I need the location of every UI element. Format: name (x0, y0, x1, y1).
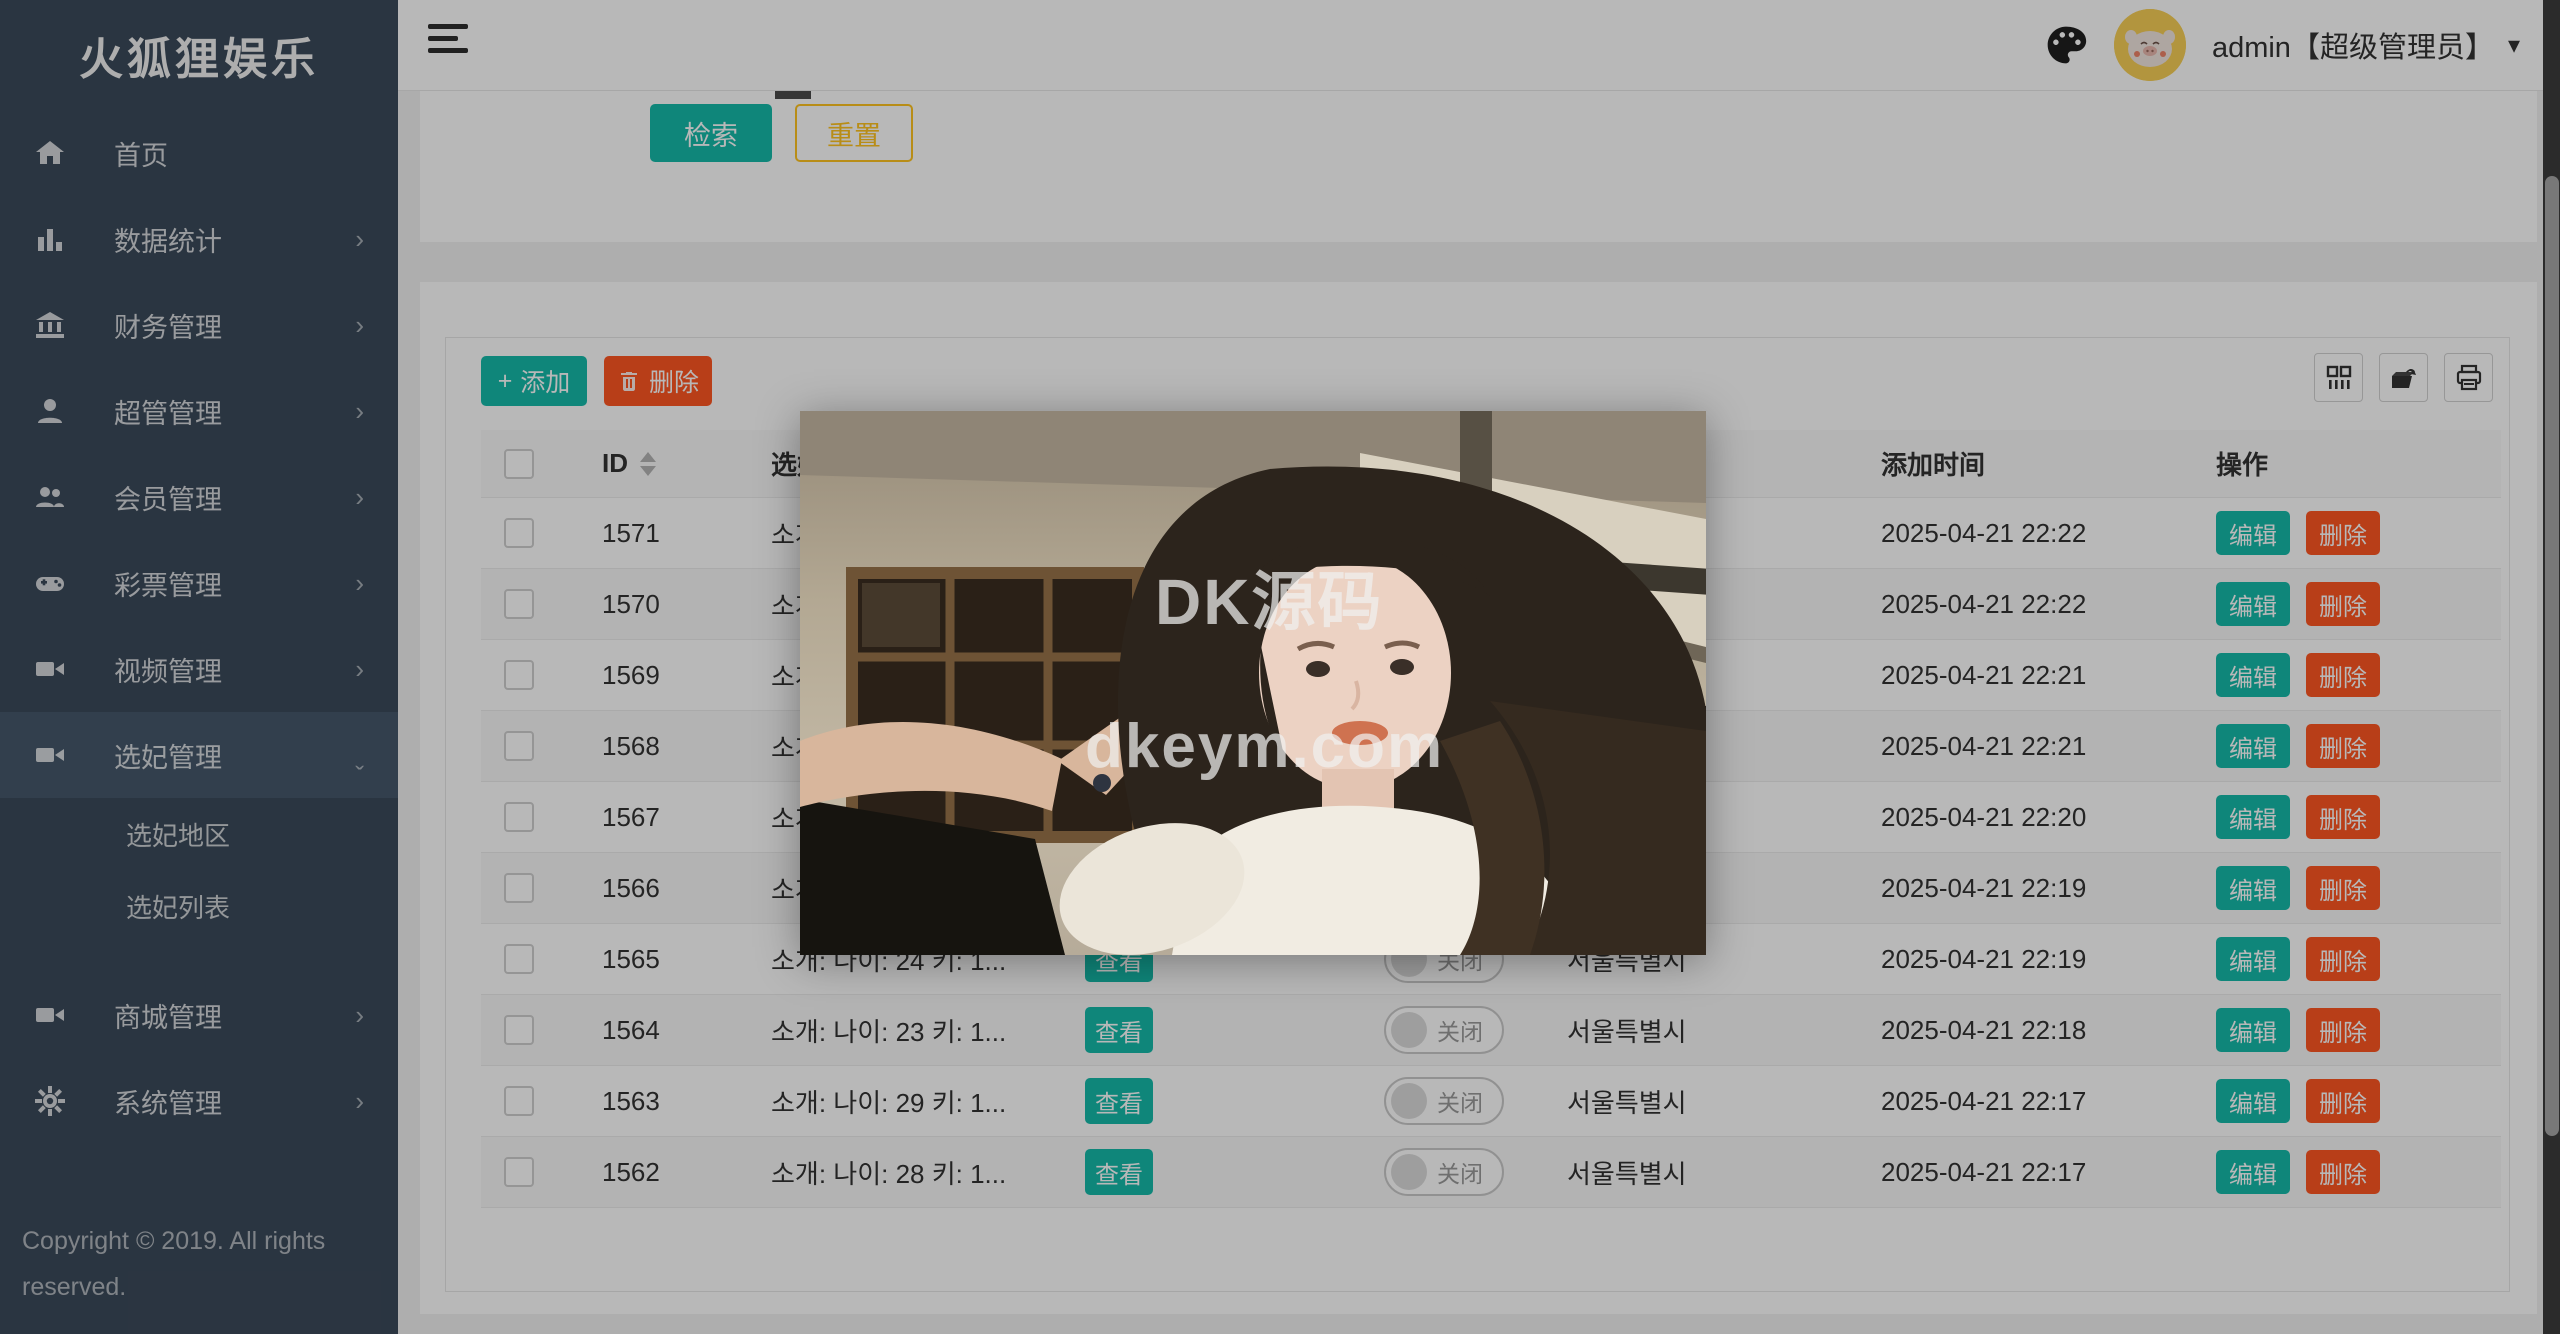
scrollbar-thumb[interactable] (2545, 176, 2559, 1136)
watermark-text: dkeym.com (1085, 711, 1444, 782)
photo-illustration (800, 411, 1706, 955)
admin-page: 火狐狸娱乐 首页数据统计›财务管理›超管管理›会员管理›彩票管理›视频管理›选妃… (0, 0, 2560, 1334)
photo-preview[interactable]: DK源码 dkeym.com (800, 411, 1706, 955)
scrollbar-track[interactable] (2543, 0, 2560, 1334)
watermark-text: DK源码 (1155, 551, 1383, 643)
